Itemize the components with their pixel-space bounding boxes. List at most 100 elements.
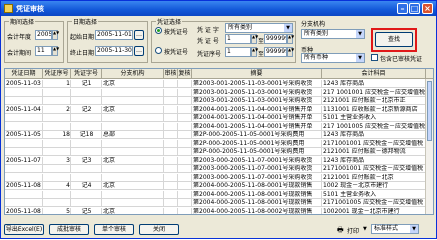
cell-seq [43,88,71,97]
cell-branch: 北京 [102,105,164,114]
voucher-no-to-spinner[interactable]: ▲▼ [287,34,294,44]
review-cell [164,97,178,105]
table-row[interactable]: 第2P-000-2005-11-05-0001号采购费用 2121001 应付账款… [5,148,433,156]
recheck-cell [178,190,192,199]
table-row[interactable]: 2005-11-07 3 记3 北京 第2003-000-2005-11-07-0001… [5,156,433,165]
entry-no-from-spinner[interactable]: ▲▼ [251,47,258,57]
print-menu-chevron-icon[interactable]: ▼ [363,226,367,232]
table-row[interactable]: 第2003-000-2005-11-07-0001号采购收货 2171001001… [5,165,433,173]
close-button[interactable]: 关闭 [139,224,179,235]
period-input[interactable]: 11 [35,46,52,56]
column-header[interactable]: 凭证日期 [5,69,43,79]
table-row[interactable]: 2005-11-08 5 记5 北京 第2004-000-2005-11-08-0002… [5,207,433,214]
cell-no: 记18 [71,131,102,139]
cell-summary: 第2P-000-2005-11-05-0001号采购费用 [192,148,322,156]
entry-no-to-input[interactable]: 999999 [264,47,287,57]
cell-seq [43,165,71,173]
cell-no: 记5 [71,207,102,214]
table-row[interactable]: 第2P-000-2005-11-05-0001号采购费用 2171001001 应… [5,139,433,148]
cell-no: 记3 [71,156,102,165]
recheck-cell [178,182,192,190]
cell-date: 2005-11-08 [5,182,43,190]
include-reviewed-checkbox[interactable] [371,54,378,61]
table-row[interactable]: 2005-11-04 2 记2 北京 第2004-001-2005-11-04-0001… [5,105,433,114]
column-header[interactable]: 凭证字号 [71,69,102,79]
cell-account: 2121001 应付账款－北京市正 [322,97,426,105]
cell-branch [102,139,164,148]
vertical-scrollbar[interactable] [425,79,433,214]
currency-value: 所有币种 [304,54,329,61]
maximize-button[interactable]: □ [409,3,420,14]
start-date-input[interactable]: 2005-11-01 [95,30,133,40]
printer-icon: 🖶 [337,226,344,234]
entry-no-from-input[interactable]: 1 [225,47,251,57]
cell-no [71,165,102,173]
cell-no: 记1 [71,80,102,88]
period-spinner[interactable]: ▲▼ [52,46,59,56]
radio-by-voucher-no-label: 按凭证号 [164,29,189,36]
cell-branch [102,199,164,207]
table-row[interactable]: 第2003-000-2005-11-07-0001号采购收货 2121001 应付… [5,173,433,182]
voucher-no-from-spinner[interactable]: ▲▼ [251,34,258,44]
cell-account: 2121001 应付账款－北京 [322,173,426,182]
cell-date [5,148,43,156]
cell-account: 2171001001 应交税金－应交增值税 [322,139,426,148]
table-row[interactable]: 第2004-000-2005-11-08-0001号现款销售 5101 主营业务收… [5,190,433,199]
cell-seq: 3 [43,156,71,165]
cell-account: 2121001 应付账款－德邦物流 [322,148,426,156]
date-group: 日期选择 起始日期 2005-11-01 … 终止日期 2005-11-30 … [67,17,148,63]
year-spinner[interactable]: ▲▼ [52,30,59,40]
voucher-no-from-input[interactable]: 1 [225,34,251,44]
end-date-picker-button[interactable]: … [134,46,144,56]
chevron-down-icon: ▼ [410,225,418,233]
radio-by-voucher-no[interactable] [155,27,162,34]
cell-summary: 第2003-001-2005-11-03-0001号采购收货 [192,80,322,88]
entry-no-to-spinner[interactable]: ▲▼ [287,47,294,57]
cell-summary: 第2004-000-2005-11-08-0001号现款销售 [192,182,322,190]
currency-select[interactable]: 所有币种 ▼ [301,53,365,63]
print-style-select[interactable]: 标准样式 ▼ [371,224,419,234]
voucher-group-caption: 凭证选择 [156,17,183,26]
column-header[interactable]: 审核 [164,69,178,79]
cell-date: 2005-11-03 [5,80,43,88]
voucher-no-to-input[interactable]: 999999 [264,34,287,44]
column-header[interactable]: 会计科目 [322,69,426,79]
column-header[interactable]: 复核 [178,69,192,79]
table-row[interactable]: 2005-11-05 18 记18 总部 第2P-000-2005-11-05-0001… [5,131,433,139]
cell-account: 217 1001005 应交税金－应交增值税 [323,122,426,131]
minimize-button[interactable]: – [397,3,408,14]
scrollbar-thumb[interactable] [427,81,432,141]
review-cell [164,105,178,114]
print-label[interactable]: 打印 [347,226,359,235]
end-date-input[interactable]: 2005-11-30 [95,46,133,56]
cell-date [5,190,43,199]
voucher-type-select[interactable]: 所有类别 ▼ [225,23,293,33]
table-row[interactable]: 第2004-001-2005-11-04-0001号销售开单 217 100100… [5,122,433,131]
table-row[interactable]: 第2003-001-2005-11-03-0001号采购收货 217 100100… [5,88,433,97]
branch-select[interactable]: 所有类别 ▼ [301,29,365,39]
cell-no [71,122,102,131]
close-window-button[interactable]: × [422,3,433,14]
review-cell [164,148,178,156]
cell-seq [43,122,71,131]
radio-by-entry-no[interactable] [155,47,162,54]
table-row[interactable]: 2005-11-08 4 记4 北京 第2004-000-2005-11-08-0001… [5,182,433,190]
export-excel-button[interactable]: 导出Excel(E) [4,224,44,235]
table-row[interactable]: 第2004-001-2005-11-04-0001号销售开单 5101 主营业务收… [5,114,433,122]
column-header[interactable]: 分支机构 [102,69,164,79]
column-header[interactable]: 凭证序号 [43,69,71,79]
cell-seq [43,148,71,156]
single-review-button[interactable]: 单个审核 [94,224,134,235]
table-row[interactable]: 第2003-001-2005-11-03-0001号采购收货 2121001 应付… [5,97,433,105]
cell-date [5,97,43,105]
table-row[interactable]: 第2004-000-2005-11-08-0001号现款销售 2171001005… [5,199,433,207]
year-input[interactable]: 2005 [35,30,52,40]
batch-review-button[interactable]: 成批审核 [49,224,89,235]
cell-branch: 北京 [102,182,164,190]
table-row[interactable]: 2005-11-03 1 记1 北京 第2003-001-2005-11-03-0001… [5,80,433,88]
start-date-picker-button[interactable]: … [134,30,144,40]
cell-branch: 北京 [102,156,164,165]
find-button[interactable]: 查找 [375,32,413,47]
column-header[interactable]: 摘要 [192,69,322,79]
recheck-cell [178,114,192,122]
